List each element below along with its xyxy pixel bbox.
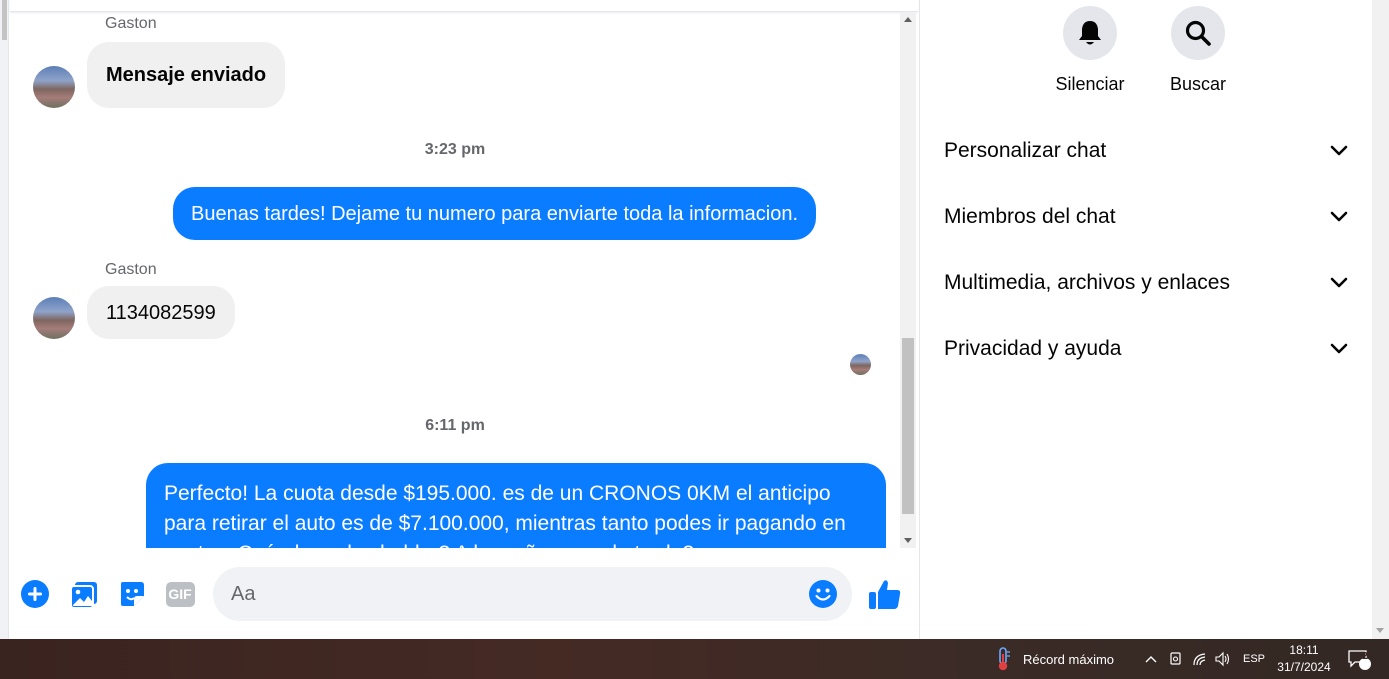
incoming-message[interactable]: 1134082599	[87, 286, 235, 339]
avatar[interactable]	[33, 66, 75, 108]
notification-count: 2	[1362, 651, 1368, 662]
attach-photo-button[interactable]	[69, 579, 99, 609]
chat-details-panel: Silenciar Buscar Personalizar chat Miemb…	[919, 0, 1372, 639]
section-label: Personalizar chat	[944, 139, 1107, 162]
message-list[interactable]: Gaston Mensaje enviado 3:23 pm Buenas ta…	[10, 12, 900, 548]
right-scrollbar[interactable]	[1372, 0, 1389, 639]
message-input-container	[213, 567, 852, 621]
plus-circle-icon	[21, 580, 49, 608]
volume-button[interactable]	[1214, 639, 1232, 679]
search-icon	[1185, 20, 1211, 46]
gif-button[interactable]: GIF	[165, 581, 195, 607]
message-text: Buenas tardes! Dejame tu numero para env…	[191, 202, 799, 225]
thermometer-icon	[998, 647, 1010, 671]
section-label: Miembros del chat	[944, 205, 1116, 228]
message-timestamp: 6:11 pm	[425, 417, 485, 434]
messenger-window: Gaston Mensaje enviado 3:23 pm Buenas ta…	[0, 0, 1389, 639]
left-scrollbar[interactable]	[0, 0, 9, 639]
left-scrollbar-thumb[interactable]	[2, 0, 7, 40]
scroll-down-icon[interactable]	[904, 538, 912, 543]
section-media-files-links[interactable]: Multimedia, archivos y enlaces	[920, 250, 1373, 316]
chevron-down-icon	[1330, 277, 1348, 288]
message-composer: GIF	[10, 548, 918, 639]
outgoing-message[interactable]: Buenas tardes! Dejame tu numero para env…	[173, 187, 817, 240]
device-icon	[1170, 652, 1181, 665]
mute-label: Silenciar	[1055, 74, 1125, 94]
more-actions-button[interactable]	[20, 579, 50, 609]
search-label: Buscar	[1169, 74, 1227, 94]
search-action[interactable]: Buscar	[1148, 6, 1248, 95]
chat-scrollbar-thumb[interactable]	[902, 338, 914, 514]
network-button[interactable]	[1192, 639, 1208, 679]
message-input[interactable]	[231, 567, 791, 621]
message-text: Perfecto! La cuota desde $195.000. es de…	[164, 482, 846, 548]
windows-taskbar: Récord máximo ESP 18:11 31/7/2024 2	[0, 639, 1389, 679]
message-timestamp: 3:23 pm	[424, 141, 486, 158]
like-button[interactable]	[868, 578, 902, 611]
meet-now-button[interactable]	[1168, 639, 1184, 679]
chat-panel: Gaston Mensaje enviado 3:23 pm Buenas ta…	[10, 0, 918, 639]
section-customize-chat[interactable]: Personalizar chat	[920, 118, 1373, 184]
system-clock[interactable]: 18:11 31/7/2024	[1270, 642, 1338, 676]
chevron-up-icon	[1145, 656, 1157, 663]
search-button[interactable]	[1171, 6, 1225, 60]
section-label: Privacidad y ayuda	[944, 337, 1122, 360]
speaker-icon	[1215, 651, 1230, 667]
outgoing-message[interactable]: Perfecto! La cuota desde $195.000. es de…	[146, 463, 886, 548]
message-text: Mensaje enviado	[106, 64, 267, 86]
emoji-button[interactable]	[808, 579, 838, 609]
gif-icon: GIF	[165, 581, 195, 607]
scroll-down-icon[interactable]	[1376, 628, 1384, 633]
sender-name: Gaston	[105, 261, 157, 278]
message-text: 1134082599	[106, 301, 216, 324]
mute-action[interactable]: Silenciar	[1040, 6, 1140, 95]
chevron-down-icon	[1330, 343, 1348, 354]
smiley-icon	[809, 580, 837, 608]
weather-widget[interactable]: Récord máximo	[992, 639, 1114, 679]
wifi-icon	[1193, 653, 1206, 666]
sticker-button[interactable]	[117, 579, 147, 609]
language-indicator[interactable]: ESP	[1243, 639, 1265, 679]
language-text: ESP	[1243, 653, 1266, 665]
read-receipt-avatar	[850, 354, 871, 375]
thumbs-up-icon	[869, 580, 901, 609]
scroll-up-icon[interactable]	[904, 17, 912, 22]
avatar[interactable]	[33, 297, 75, 339]
weather-text: Récord máximo	[1023, 651, 1115, 667]
sticker-icon	[121, 582, 144, 606]
chevron-down-icon	[1330, 211, 1348, 222]
incoming-message[interactable]: Mensaje enviado	[87, 42, 286, 108]
show-hidden-icons-button[interactable]	[1144, 639, 1158, 679]
clock-time: 18:11	[1289, 643, 1319, 657]
clock-date: 31/7/2024	[1277, 660, 1331, 674]
bell-icon	[1079, 21, 1101, 45]
chat-scrollbar[interactable]	[900, 12, 916, 548]
photo-icon	[70, 582, 97, 609]
section-privacy-help[interactable]: Privacidad y ayuda	[920, 316, 1373, 382]
section-label: Multimedia, archivos y enlaces	[944, 271, 1230, 294]
mute-button[interactable]	[1063, 6, 1117, 60]
sender-name: Gaston	[105, 15, 157, 32]
chat-header-edge	[10, 0, 918, 12]
section-chat-members[interactable]: Miembros del chat	[920, 184, 1373, 250]
chevron-down-icon	[1330, 145, 1348, 156]
notifications-button[interactable]: 2	[1346, 639, 1372, 679]
